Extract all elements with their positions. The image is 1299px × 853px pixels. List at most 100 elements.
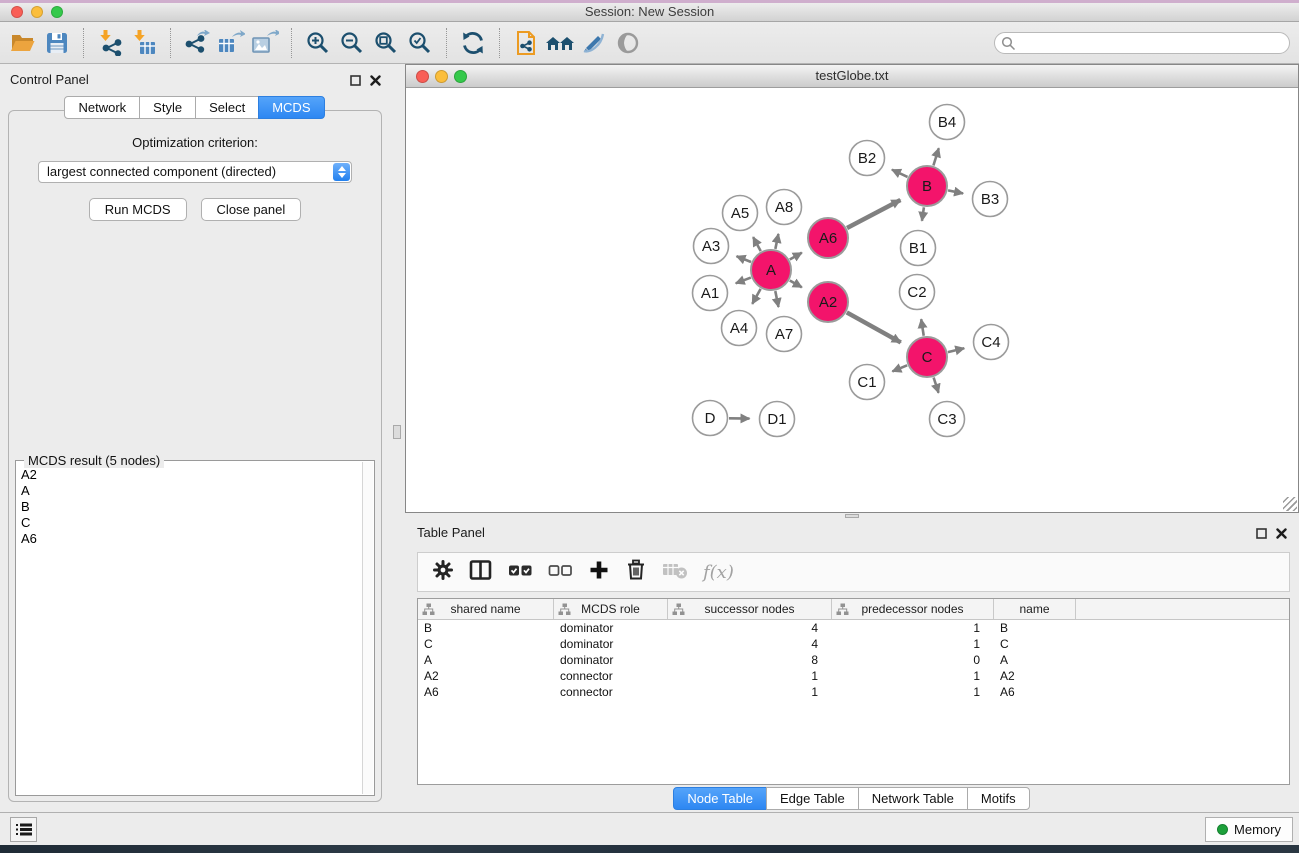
network-canvas[interactable]: B4B2BB3A8A5A6A3B1AA1C2A2A4A7C4CC1C3DD1 (406, 89, 1298, 512)
cell-shared-name[interactable]: A2 (418, 668, 554, 684)
cell-mcds-role[interactable]: dominator (554, 636, 668, 652)
node-B3[interactable]: B3 (973, 182, 1008, 217)
float-panel-icon[interactable] (350, 73, 361, 91)
node-C3[interactable]: C3 (930, 402, 965, 437)
table-row[interactable]: A2connector11A2 (418, 668, 1289, 684)
eye-icon[interactable] (611, 26, 645, 60)
delete-table-icon[interactable] (662, 560, 688, 585)
result-item-a6[interactable]: A6 (17, 531, 361, 547)
table-row[interactable]: Adominator80A (418, 652, 1289, 668)
cell-mcds-role[interactable]: dominator (554, 620, 668, 636)
cell-mcds-role[interactable]: connector (554, 668, 668, 684)
column-header-shared-name[interactable]: shared name (418, 599, 554, 619)
cell-shared-name[interactable]: B (418, 620, 554, 636)
result-item-a[interactable]: A (17, 483, 361, 499)
close-table-panel-icon[interactable] (1276, 526, 1287, 544)
cell-successor-nodes[interactable]: 1 (668, 684, 832, 700)
tab-network[interactable]: Network (64, 96, 140, 119)
network-window-titlebar[interactable]: testGlobe.txt (406, 65, 1298, 88)
node-A4[interactable]: A4 (722, 311, 757, 346)
vertical-splitter[interactable] (390, 64, 405, 812)
horizontal-splitter-handle[interactable] (845, 514, 859, 518)
home-icon[interactable] (543, 26, 577, 60)
cell-predecessor-nodes[interactable]: 1 (832, 636, 994, 652)
close-window-button[interactable] (11, 6, 23, 18)
close-panel-button[interactable]: Close panel (201, 198, 302, 221)
import-network-icon[interactable] (93, 26, 127, 60)
vertical-splitter-handle[interactable] (393, 425, 401, 439)
criterion-select[interactable]: largest connected component (directed) (38, 161, 352, 183)
float-table-panel-icon[interactable] (1256, 526, 1267, 544)
table-row[interactable]: Cdominator41C (418, 636, 1289, 652)
edge-B-B4[interactable] (933, 148, 938, 165)
task-history-button[interactable] (10, 817, 37, 842)
node-C4[interactable]: C4 (974, 325, 1009, 360)
cell-name[interactable]: B (994, 620, 1076, 636)
search-field[interactable] (994, 32, 1290, 54)
node-A3[interactable]: A3 (694, 229, 729, 264)
deselect-all-icon[interactable] (548, 559, 573, 586)
tab-mcds[interactable]: MCDS (258, 96, 324, 119)
edge-A-A2[interactable] (790, 281, 802, 288)
node-B1[interactable]: B1 (901, 231, 936, 266)
edge-B-B3[interactable] (948, 190, 963, 193)
export-image-icon[interactable] (248, 26, 282, 60)
edge-A-A6[interactable] (790, 253, 802, 260)
table-row[interactable]: Bdominator41B (418, 620, 1289, 636)
node-D[interactable]: D (693, 401, 728, 436)
function-icon[interactable]: f(x) (703, 562, 734, 583)
export-network-icon[interactable] (180, 26, 214, 60)
edge-A-A5[interactable] (753, 237, 761, 251)
memory-button[interactable]: Memory (1205, 817, 1293, 842)
cell-predecessor-nodes[interactable]: 0 (832, 652, 994, 668)
edge-A6-B[interactable] (847, 200, 900, 228)
node-C1[interactable]: C1 (850, 365, 885, 400)
network-file-icon[interactable] (509, 26, 543, 60)
tab-network-table[interactable]: Network Table (858, 787, 968, 810)
node-C[interactable]: C (907, 337, 947, 377)
edge-B-B2[interactable] (892, 170, 908, 177)
close-panel-icon[interactable] (370, 73, 381, 91)
node-B[interactable]: B (907, 166, 947, 206)
refresh-icon[interactable] (456, 26, 490, 60)
result-item-c[interactable]: C (17, 515, 361, 531)
cell-predecessor-nodes[interactable]: 1 (832, 684, 994, 700)
close-view-button[interactable] (416, 70, 429, 83)
edge-A-A4[interactable] (752, 289, 760, 304)
result-scrollbar[interactable] (362, 462, 373, 794)
node-A[interactable]: A (751, 250, 791, 290)
cell-name[interactable]: C (994, 636, 1076, 652)
edge-A-A3[interactable] (737, 256, 752, 262)
open-session-icon[interactable] (6, 26, 40, 60)
edge-C-C3[interactable] (934, 377, 939, 392)
edge-A-A7[interactable] (775, 291, 778, 307)
zoom-fit-icon[interactable] (369, 26, 403, 60)
tab-node-table[interactable]: Node Table (673, 787, 767, 810)
resize-grip-icon[interactable] (1283, 497, 1297, 511)
gear-icon[interactable] (432, 559, 454, 586)
node-A2[interactable]: A2 (808, 282, 848, 322)
column-header-successor-nodes[interactable]: successor nodes (668, 599, 832, 619)
edge-A2-C[interactable] (847, 312, 901, 342)
edge-C-C4[interactable] (948, 348, 964, 352)
zoom-selected-icon[interactable] (403, 26, 437, 60)
cell-shared-name[interactable]: C (418, 636, 554, 652)
result-item-b[interactable]: B (17, 499, 361, 515)
zoom-in-icon[interactable] (301, 26, 335, 60)
edge-B-B1[interactable] (922, 207, 924, 221)
cell-name[interactable]: A6 (994, 684, 1076, 700)
cell-mcds-role[interactable]: dominator (554, 652, 668, 668)
node-A5[interactable]: A5 (723, 196, 758, 231)
zoom-view-button[interactable] (454, 70, 467, 83)
edge-C-C1[interactable] (892, 365, 907, 371)
node-B4[interactable]: B4 (930, 105, 965, 140)
cell-shared-name[interactable]: A (418, 652, 554, 668)
export-table-icon[interactable] (214, 26, 248, 60)
column-header-mcds-role[interactable]: MCDS role (554, 599, 668, 619)
cell-name[interactable]: A2 (994, 668, 1076, 684)
zoom-window-button[interactable] (51, 6, 63, 18)
result-item-a2[interactable]: A2 (17, 467, 361, 483)
trash-icon[interactable] (625, 558, 647, 586)
add-column-icon[interactable] (588, 559, 610, 586)
import-table-icon[interactable] (127, 26, 161, 60)
